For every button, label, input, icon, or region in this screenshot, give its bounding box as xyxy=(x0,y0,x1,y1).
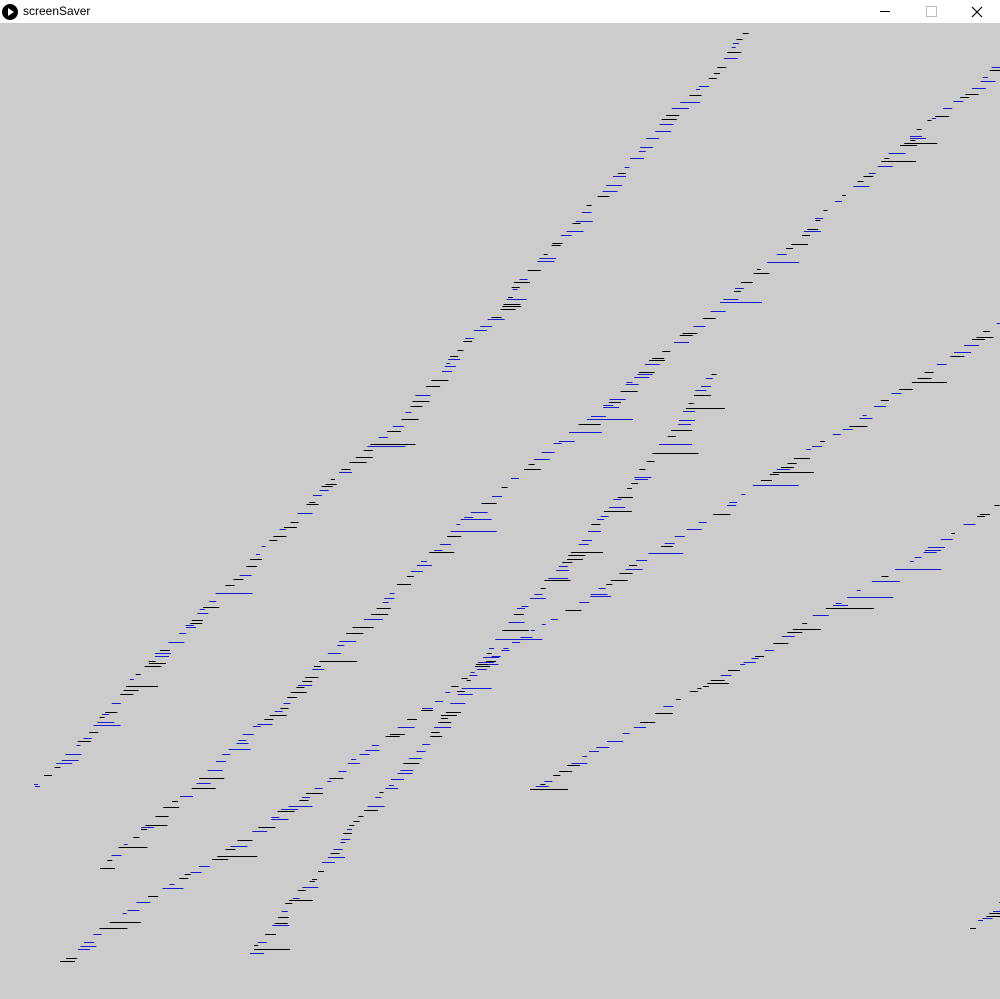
window-controls xyxy=(862,0,1000,23)
staircase-drawing xyxy=(33,33,1000,962)
screensaver-canvas[interactable] xyxy=(0,23,1000,999)
maximize-button[interactable] xyxy=(908,0,954,23)
close-button[interactable] xyxy=(954,0,1000,23)
window-title: screenSaver xyxy=(23,4,91,18)
play-icon xyxy=(2,3,18,20)
close-icon xyxy=(971,6,983,17)
minimize-button[interactable] xyxy=(862,0,908,23)
maximize-icon xyxy=(925,6,937,17)
minimize-icon xyxy=(880,11,890,12)
title-bar: screenSaver xyxy=(0,0,1000,23)
